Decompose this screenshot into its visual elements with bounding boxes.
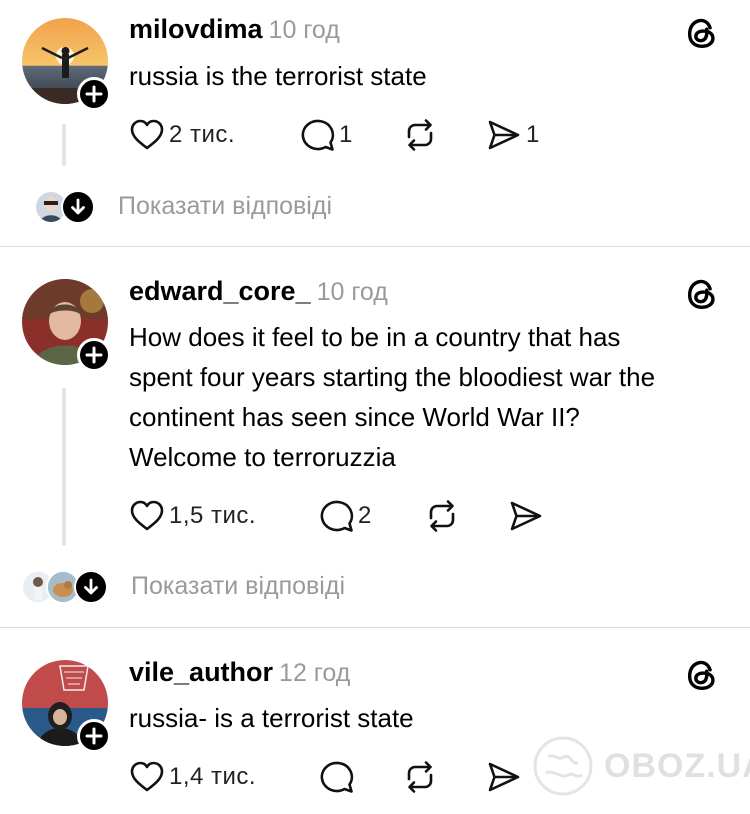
- threads-logo-icon[interactable]: [683, 275, 721, 313]
- post-text-line: continent has seen since World War II?: [129, 402, 580, 432]
- heart-icon: [129, 498, 165, 534]
- threads-logo-icon[interactable]: [683, 656, 721, 694]
- show-replies-link[interactable]: Показати відповіді: [131, 572, 345, 601]
- thread-line: [62, 388, 66, 546]
- post-text-line: Welcome to terroruzzia: [129, 442, 396, 472]
- like-button[interactable]: 2 тис.: [129, 117, 235, 153]
- like-count: 1,5 тис.: [169, 502, 257, 529]
- share-count: 1: [526, 121, 540, 148]
- comment-button[interactable]: 2: [318, 498, 372, 534]
- like-count: 1,4 тис.: [169, 763, 257, 790]
- plus-icon: [84, 726, 104, 746]
- plus-icon: [84, 345, 104, 365]
- watermark: OBOZ.UA: [532, 735, 750, 797]
- send-icon: [486, 759, 522, 795]
- post-text-line: How does it feel to be in a country that…: [129, 322, 621, 352]
- like-button[interactable]: 1,5 тис.: [129, 498, 256, 534]
- username-text[interactable]: vile_author: [129, 657, 273, 687]
- username-text[interactable]: edward_core_: [129, 276, 311, 306]
- follow-button[interactable]: [77, 719, 111, 753]
- comment-count: 1: [339, 121, 353, 148]
- comment-icon: [318, 759, 354, 795]
- thread-line: [62, 124, 66, 166]
- like-count: 2 тис.: [169, 121, 236, 148]
- comment-icon: [318, 498, 354, 534]
- globe-icon: [533, 736, 593, 796]
- username-text[interactable]: milovdima: [129, 14, 263, 44]
- like-button[interactable]: 1,4 тис.: [129, 759, 256, 795]
- post-text: russia is the terrorist state: [129, 61, 427, 91]
- timestamp: 10 год: [316, 278, 388, 306]
- arrow-down-icon: [68, 197, 88, 217]
- threads-logo-icon[interactable]: [683, 14, 721, 52]
- repost-button[interactable]: [424, 498, 460, 534]
- post-text: russia- is a terrorist state: [129, 703, 414, 733]
- timestamp: 12 год: [279, 659, 351, 687]
- plus-icon: [84, 84, 104, 104]
- comment-button[interactable]: 1: [299, 117, 353, 153]
- show-replies-row[interactable]: Показати відповіді: [0, 187, 750, 227]
- comment-count: 2: [358, 502, 372, 529]
- watermark-text: OBOZ.UA: [604, 746, 750, 785]
- heart-icon: [129, 759, 165, 795]
- comment-button[interactable]: [318, 759, 354, 795]
- username[interactable]: vile_author 12 год: [129, 657, 350, 688]
- repost-button[interactable]: [402, 759, 438, 795]
- share-button[interactable]: [508, 498, 544, 534]
- show-replies-link[interactable]: Показати відповіді: [118, 192, 332, 221]
- repost-icon: [402, 117, 438, 153]
- share-button[interactable]: [486, 759, 522, 795]
- follow-button[interactable]: [77, 77, 111, 111]
- share-button[interactable]: 1: [486, 117, 540, 153]
- send-icon: [508, 498, 544, 534]
- show-replies-row[interactable]: Показати відповіді: [0, 567, 750, 607]
- username[interactable]: milovdima 10 год: [129, 14, 340, 45]
- post-text: How does it feel to be in a country that…: [129, 317, 729, 477]
- post-2: edward_core_ 10 год How does it feel to b…: [0, 247, 750, 627]
- follow-button[interactable]: [77, 338, 111, 372]
- timestamp: 10 год: [268, 16, 340, 44]
- repost-icon: [424, 498, 460, 534]
- post-1: milovdima 10 год russia is the terrorist …: [0, 0, 750, 246]
- send-icon: [486, 117, 522, 153]
- repost-button[interactable]: [402, 117, 438, 153]
- expand-replies-button[interactable]: [74, 570, 108, 604]
- post-text-line: spent four years starting the bloodiest …: [129, 362, 656, 392]
- username[interactable]: edward_core_ 10 год: [129, 276, 388, 307]
- heart-icon: [129, 117, 165, 153]
- repost-icon: [402, 759, 438, 795]
- expand-replies-button[interactable]: [61, 190, 95, 224]
- comment-icon: [299, 117, 335, 153]
- arrow-down-icon: [81, 577, 101, 597]
